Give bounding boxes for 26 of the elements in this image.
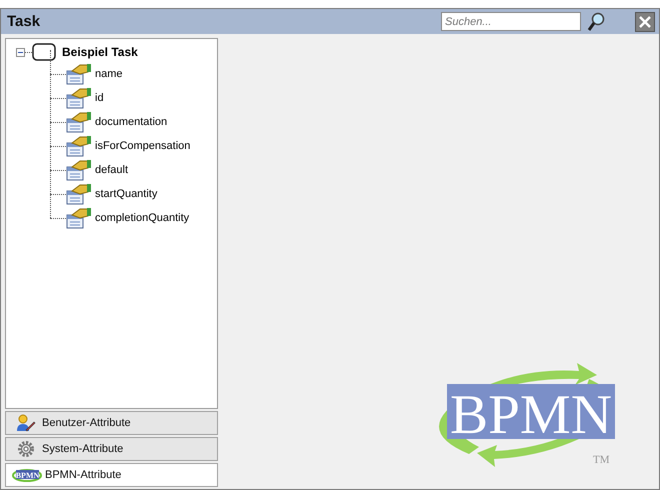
collapse-toggle[interactable] [16, 48, 25, 56]
search-field[interactable]: Suchen... [441, 12, 581, 31]
attribute-icon [66, 183, 92, 205]
attribute-icon [66, 111, 92, 133]
attribute-icon [66, 87, 92, 109]
attribute-icon [66, 207, 92, 229]
task-icon [32, 43, 56, 61]
window-title: Task [7, 13, 40, 30]
close-icon [639, 16, 651, 28]
gear-icon [16, 440, 36, 458]
category-tab[interactable]: System-Attribute [5, 437, 218, 461]
tree-item[interactable]: documentation [95, 116, 168, 128]
tree-item[interactable]: Beispiel Task [62, 45, 138, 59]
tree-item[interactable]: isForCompensation [95, 140, 190, 152]
attribute-icon [66, 63, 92, 85]
user-edit-icon [16, 414, 36, 432]
tree-item[interactable]: completionQuantity [95, 212, 190, 224]
close-button[interactable] [635, 12, 655, 32]
search-icon[interactable] [587, 12, 605, 32]
category-tab[interactable]: Benutzer-Attribute [5, 411, 218, 435]
attribute-icon [66, 135, 92, 157]
tree-item[interactable]: default [95, 164, 128, 176]
attribute-icon [66, 159, 92, 181]
tree-item[interactable]: startQuantity [95, 188, 158, 200]
tree-item[interactable]: name [95, 68, 123, 80]
tree-item[interactable]: id [95, 92, 104, 104]
